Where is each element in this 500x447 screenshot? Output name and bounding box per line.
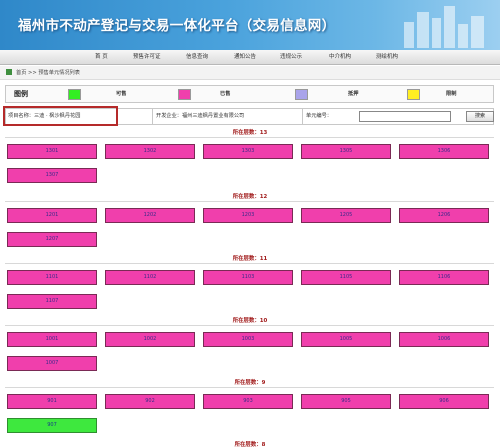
floor-divider: [5, 137, 494, 138]
floor-divider: [5, 263, 494, 264]
city-skyline-icon: [404, 6, 484, 48]
nav-notices[interactable]: 通知公告: [234, 50, 256, 65]
nav-survey-agencies[interactable]: 测绘机构: [376, 50, 398, 65]
breadcrumb-home[interactable]: 首页: [16, 70, 26, 76]
unit-button[interactable]: 1306: [399, 144, 489, 159]
unit-button[interactable]: 1307: [7, 168, 97, 183]
status-legend: 图例 可售 已售 抵押 限制: [5, 85, 494, 103]
floor-header: 所在层数：9: [234, 380, 266, 386]
home-icon: [6, 69, 12, 75]
unit-button[interactable]: 1103: [203, 270, 293, 285]
unit-button[interactable]: 1203: [203, 208, 293, 223]
unit-button[interactable]: 1202: [105, 208, 195, 223]
legend-swatch-sold: [178, 89, 191, 100]
unit-button[interactable]: 1007: [7, 356, 97, 371]
floor-header: 所在层数：11: [232, 256, 268, 262]
unit-button[interactable]: 1005: [301, 332, 391, 347]
floor-divider: [5, 387, 494, 388]
legend-swatch-mortgaged: [295, 89, 308, 100]
unit-button[interactable]: 1305: [301, 144, 391, 159]
nav-presale-permit[interactable]: 预售许可证: [133, 50, 161, 65]
header-banner: 福州市不动产登记与交易一体化平台（交易信息网）: [0, 0, 500, 50]
legend-label-sold: 已售: [220, 91, 231, 97]
unit-button[interactable]: 1001: [7, 332, 97, 347]
legend-swatch-available: [68, 89, 81, 100]
nav-agencies[interactable]: 中介机构: [329, 50, 351, 65]
unit-button[interactable]: 1006: [399, 332, 489, 347]
legend-title: 图例: [14, 90, 28, 98]
floor-header: 所在层数：12: [232, 194, 268, 200]
unit-button[interactable]: 902: [105, 394, 195, 409]
unit-button[interactable]: 1201: [7, 208, 97, 223]
nav-home[interactable]: 首 页: [95, 50, 108, 65]
legend-swatch-restricted: [407, 89, 420, 100]
unit-button[interactable]: 1303: [203, 144, 293, 159]
legend-label-mortgaged: 抵押: [348, 91, 359, 97]
floor-header: 所在层数：10: [232, 318, 268, 324]
unit-button[interactable]: 1101: [7, 270, 97, 285]
unit-button[interactable]: 1107: [7, 294, 97, 309]
filter-divider: [302, 109, 303, 124]
legend-label-available: 可售: [116, 91, 127, 97]
unit-button[interactable]: 1003: [203, 332, 293, 347]
unit-button[interactable]: 903: [203, 394, 293, 409]
unit-number-label: 单元编号：: [306, 113, 332, 119]
nav-info-query[interactable]: 信息查询: [186, 50, 208, 65]
breadcrumb-current: 预售单元情况列表: [38, 70, 80, 76]
unit-button[interactable]: 905: [301, 394, 391, 409]
unit-button[interactable]: 1301: [7, 144, 97, 159]
unit-button[interactable]: 1207: [7, 232, 97, 247]
breadcrumb: 首页 >> 预售单元情况列表: [0, 66, 500, 80]
site-title: 福州市不动产登记与交易一体化平台（交易信息网）: [18, 18, 336, 34]
floor-divider: [5, 325, 494, 326]
breadcrumb-separator: >>: [28, 70, 37, 76]
floor-header: 所在层数：13: [232, 130, 268, 136]
floor-divider: [5, 201, 494, 202]
unit-button[interactable]: 1105: [301, 270, 391, 285]
developer-name: 开发企业：福州三迪枫丹置业有限公司: [156, 113, 245, 119]
unit-button[interactable]: 1205: [301, 208, 391, 223]
project-highlight-box: [3, 106, 118, 126]
unit-button[interactable]: 1302: [105, 144, 195, 159]
unit-button[interactable]: 1206: [399, 208, 489, 223]
unit-button[interactable]: 906: [399, 394, 489, 409]
unit-button[interactable]: 1102: [105, 270, 195, 285]
unit-button[interactable]: 1002: [105, 332, 195, 347]
unit-button[interactable]: 1106: [399, 270, 489, 285]
unit-number-input[interactable]: [359, 111, 451, 122]
unit-button[interactable]: 907: [7, 418, 97, 433]
filter-divider: [152, 109, 153, 124]
legend-label-restricted: 限制: [446, 91, 457, 97]
search-button[interactable]: 搜索: [466, 111, 494, 122]
unit-button[interactable]: 901: [7, 394, 97, 409]
floor-header: 所在层数：8: [234, 442, 266, 447]
main-nav: 首 页 预售许可证 信息查询 通知公告 违规公示 中介机构 测绘机构: [0, 50, 500, 65]
nav-violations[interactable]: 违规公示: [280, 50, 302, 65]
